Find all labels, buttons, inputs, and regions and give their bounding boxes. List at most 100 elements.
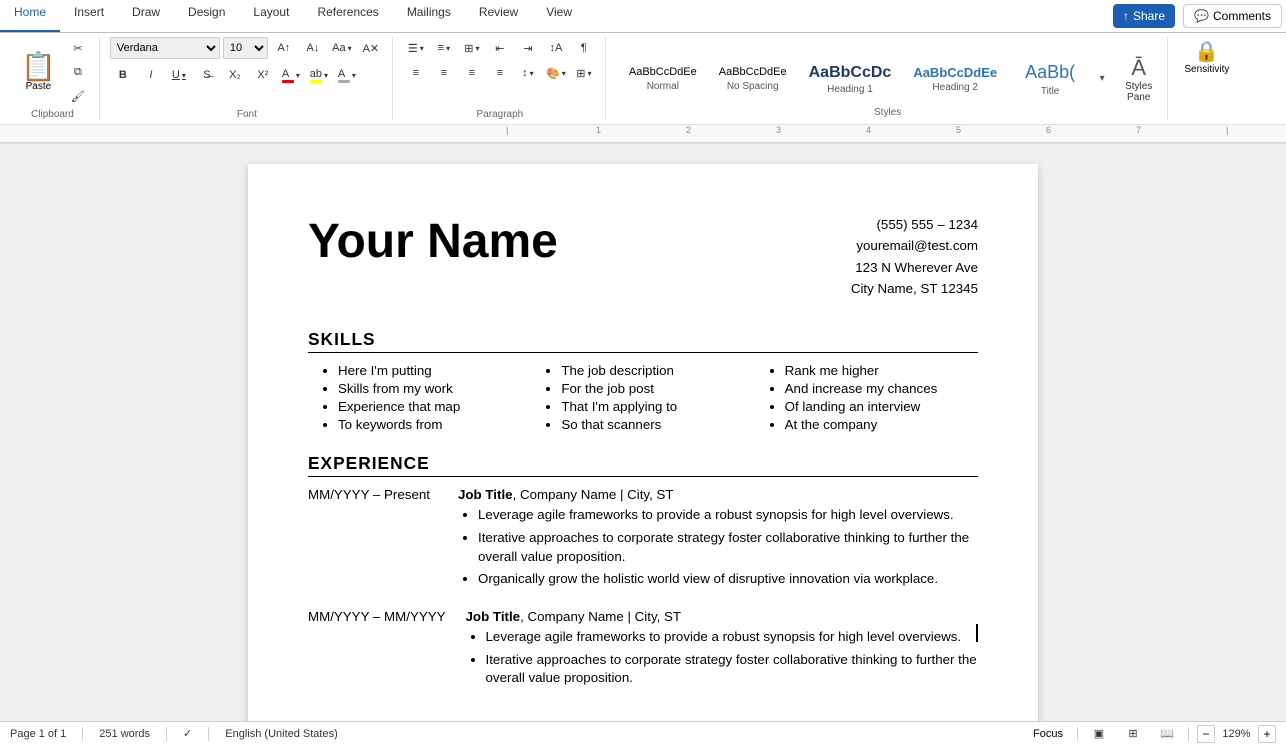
strikethrough-button[interactable]: S̶ [194, 64, 220, 86]
list-item: Leverage agile frameworks to provide a r… [478, 506, 978, 525]
decrease-font-button[interactable]: A↓ [300, 37, 326, 59]
cut-button[interactable]: ✂ [65, 37, 91, 59]
separator [208, 727, 209, 741]
highlight-color-button[interactable]: ab ▾ [306, 64, 332, 86]
contact-phone: (555) 555 – 1234 [851, 214, 978, 235]
format-painter-button[interactable]: 🖌 [65, 85, 91, 107]
superscript-button[interactable]: X² [250, 64, 276, 86]
increase-indent-button[interactable]: ⇥ [515, 37, 541, 59]
paste-icon: 📋 [21, 53, 56, 81]
numbering-button[interactable]: ≡▾ [431, 37, 457, 59]
experience-entry-1: MM/YYYY – Present Job Title, Company Nam… [308, 487, 978, 593]
style-heading1[interactable]: AaBbCcDc Heading 1 [800, 59, 901, 98]
language[interactable]: English (United States) [225, 728, 338, 740]
paste-button[interactable]: 📋 Paste [14, 50, 63, 95]
style-heading1-label: Heading 1 [827, 84, 873, 95]
style-normal[interactable]: AaBbCcDdEe Normal [620, 62, 706, 94]
exp-company-2: , Company Name | City, ST [520, 609, 681, 624]
exp-date-1: MM/YYYY – Present [308, 487, 438, 593]
zoom-level: 129% [1219, 728, 1254, 740]
style-heading2[interactable]: AaBbCcDdEe Heading 2 [904, 61, 1006, 96]
style-nospacing[interactable]: AaBbCcDdEe No Spacing [710, 62, 796, 94]
borders-button[interactable]: ⊞▾ [571, 62, 597, 84]
list-item: To keywords from [338, 417, 531, 432]
comments-button[interactable]: 💬 Comments [1183, 4, 1282, 28]
style-heading2-label: Heading 2 [932, 82, 978, 93]
increase-font-button[interactable]: A↑ [271, 37, 297, 59]
right-sidebar [1271, 144, 1286, 721]
tab-draw[interactable]: Draw [118, 0, 174, 32]
shading-button[interactable]: 🎨▾ [543, 62, 569, 84]
zoom-out-button[interactable]: − [1197, 725, 1215, 743]
tab-view[interactable]: View [532, 0, 586, 32]
text-shading-button[interactable]: A ▾ [334, 64, 360, 86]
list-item: Leverage agile frameworks to provide a r… [486, 628, 978, 647]
exp-title-company-2: Job Title, Company Name | City, ST [466, 609, 978, 624]
style-normal-label: Normal [647, 81, 679, 92]
style-normal-preview: AaBbCcDdEe [629, 65, 697, 80]
style-title-preview: AaBb( [1025, 60, 1075, 85]
underline-button[interactable]: U▾ [166, 64, 192, 86]
tab-review[interactable]: Review [465, 0, 532, 32]
tab-mailings[interactable]: Mailings [393, 0, 465, 32]
exp-title-1: Job Title [458, 487, 513, 502]
styles-more-button[interactable]: ▾ [1094, 73, 1110, 84]
tab-home[interactable]: Home [0, 0, 60, 32]
multilevel-list-button[interactable]: ⊞▾ [459, 37, 485, 59]
exp-title-2: Job Title [466, 609, 521, 624]
exp-company-1: , Company Name | City, ST [513, 487, 674, 502]
tab-insert[interactable]: Insert [60, 0, 118, 32]
experience-heading: EXPERIENCE [308, 453, 978, 477]
tab-design[interactable]: Design [174, 0, 239, 32]
italic-button[interactable]: I [138, 64, 164, 86]
styles-pane-button[interactable]: Ā Styles Pane [1118, 52, 1159, 106]
ribbon: Home Insert Draw Design Layout Reference… [0, 0, 1286, 144]
skills-grid: Here I'm putting Skills from my work Exp… [308, 363, 978, 435]
font-color-button[interactable]: A ▾ [278, 64, 304, 86]
align-right-button[interactable]: ≡ [459, 62, 485, 84]
line-spacing-button[interactable]: ↕▾ [515, 62, 541, 84]
proofing-icon[interactable]: ✓ [183, 727, 192, 740]
author-name: Your Name [308, 214, 558, 269]
list-item: Rank me higher [785, 363, 978, 378]
copy-button[interactable]: ⧉ [65, 61, 91, 83]
tab-layout[interactable]: Layout [239, 0, 303, 32]
group-clipboard: 📋 Paste ✂ ⧉ 🖌 Clipboard [6, 37, 100, 120]
separator [82, 727, 83, 741]
decrease-indent-button[interactable]: ⇤ [487, 37, 513, 59]
experience-entry-2: MM/YYYY – MM/YYYY Job Title, Company Nam… [308, 609, 978, 692]
change-case-button[interactable]: Aa▾ [329, 37, 355, 59]
exp-details-2: Job Title, Company Name | City, ST Lever… [466, 609, 978, 692]
font-size-select[interactable]: 10 [223, 37, 268, 59]
share-button[interactable]: ↑ Share [1113, 4, 1175, 28]
clear-formatting-button[interactable]: A✕ [358, 37, 384, 59]
group-styles: AaBbCcDdEe Normal AaBbCcDdEe No Spacing … [608, 37, 1168, 120]
tab-references[interactable]: References [303, 0, 392, 32]
paste-label: Paste [26, 81, 52, 92]
styles-label: Styles [874, 105, 901, 118]
align-center-button[interactable]: ≡ [431, 62, 457, 84]
justify-button[interactable]: ≡ [487, 62, 513, 84]
word-count: 251 words [99, 728, 150, 740]
skills-heading: SKILLS [308, 329, 978, 353]
style-title[interactable]: AaBb( Title [1010, 57, 1090, 99]
zoom-in-button[interactable]: + [1258, 725, 1276, 743]
subscript-button[interactable]: X₂ [222, 64, 248, 86]
show-formatting-button[interactable]: ¶ [571, 37, 597, 59]
list-item: That I'm applying to [561, 399, 754, 414]
document-container[interactable]: Your Name (555) 555 – 1234 youremail@tes… [15, 144, 1271, 721]
font-family-select[interactable]: Verdana [110, 37, 220, 59]
list-item: Iterative approaches to corporate strate… [478, 529, 978, 566]
group-font: Verdana 10 A↑ A↓ Aa▾ A✕ B I U▾ S̶ X₂ [102, 37, 393, 120]
focus-button[interactable]: Focus [1027, 726, 1069, 742]
sensitivity-button[interactable]: 🔒 Sensitivity [1178, 37, 1235, 77]
bullets-button[interactable]: ☰▾ [403, 37, 429, 59]
text-cursor [976, 624, 978, 642]
sensitivity-label: Sensitivity [1184, 64, 1229, 75]
bold-button[interactable]: B [110, 64, 136, 86]
document[interactable]: Your Name (555) 555 – 1234 youremail@tes… [248, 164, 1038, 721]
sort-button[interactable]: ↕A [543, 37, 569, 59]
zoom-controls: − 129% + [1197, 725, 1276, 743]
skills-section: SKILLS Here I'm putting Skills from my w… [308, 329, 978, 435]
align-left-button[interactable]: ≡ [403, 62, 429, 84]
